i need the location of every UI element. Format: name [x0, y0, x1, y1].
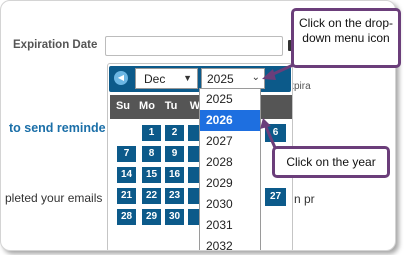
year-option[interactable]: 2029 — [200, 173, 260, 194]
expiration-date-label: Expiration Date — [13, 39, 98, 51]
year-option[interactable]: 2031 — [200, 215, 260, 236]
left-arrow-icon[interactable]: ◀ — [114, 71, 128, 85]
weekday-label: Tu — [164, 100, 178, 112]
weekday-label: Su — [115, 100, 131, 112]
year-option[interactable]: 2027 — [200, 131, 260, 152]
day-cell[interactable]: 7 — [116, 145, 137, 163]
day-cell[interactable]: 28 — [116, 208, 137, 226]
expiration-date-input[interactable] — [105, 36, 283, 56]
day-cell[interactable]: 27 — [265, 188, 286, 206]
day-cell[interactable]: 21 — [116, 187, 137, 205]
day-cell[interactable]: 6 — [265, 124, 286, 142]
day-cell[interactable]: 23 — [164, 187, 185, 205]
day-cell[interactable]: 30 — [164, 208, 185, 226]
year-value: 2025 — [207, 72, 234, 86]
day-cell[interactable]: 1 — [141, 124, 162, 142]
reminder-heading: to send reminde — [9, 121, 106, 135]
day-cell[interactable]: 16 — [164, 166, 185, 184]
month-select[interactable]: Dec ▼ — [135, 68, 198, 89]
emails-text: pleted your emails — [5, 191, 103, 205]
year-select[interactable]: 2025 ⌄ — [201, 68, 265, 89]
year-option-selected[interactable]: 2026 — [200, 110, 260, 131]
callout-year: Click on the year — [272, 146, 390, 178]
weekday-label: Mo — [139, 100, 155, 112]
text-fragment: n pr — [294, 192, 315, 206]
year-option[interactable]: 2025 — [200, 89, 260, 110]
day-cell[interactable]: 9 — [164, 145, 185, 163]
chevron-down-icon[interactable]: ⌄ — [252, 72, 260, 83]
callout-dropdown: Click on the drop-down menu icon — [291, 8, 401, 68]
day-cell[interactable]: 22 — [141, 187, 162, 205]
year-option[interactable]: 2030 — [200, 194, 260, 215]
day-cell[interactable]: 8 — [141, 145, 162, 163]
day-cell[interactable]: 15 — [141, 166, 162, 184]
chevron-down-icon: ▼ — [183, 73, 192, 83]
day-cell[interactable]: 2 — [164, 124, 185, 142]
month-value: Dec — [144, 72, 166, 86]
day-cell[interactable]: 14 — [116, 166, 137, 184]
year-option[interactable]: 2032 — [200, 236, 260, 250]
year-dropdown-list: 2025 2026 2027 2028 2029 2030 2031 2032 — [199, 88, 261, 250]
day-cell[interactable]: 29 — [141, 208, 162, 226]
year-option[interactable]: 2028 — [200, 152, 260, 173]
